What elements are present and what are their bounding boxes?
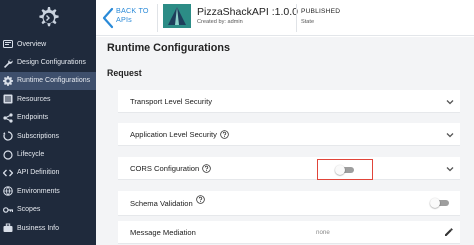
sidebar-item-label: Resources <box>17 95 51 103</box>
application-level-security-panel[interactable]: Application Level Security <box>118 123 460 146</box>
sidebar-item-design-configurations[interactable]: Design Configurations <box>0 53 96 71</box>
panel-label: Transport Level Security <box>130 96 213 106</box>
sidebar-item-subscriptions[interactable]: Subscriptions <box>0 127 96 145</box>
chevron-down-icon[interactable] <box>446 131 454 138</box>
api-thumbnail <box>163 4 191 28</box>
business-icon <box>3 223 13 233</box>
schema-validation-panel: Schema Validation <box>118 191 460 216</box>
back-to-apis-link[interactable]: BACK TO APIs <box>102 6 150 30</box>
cors-configuration-panel[interactable]: CORS Configuration <box>118 157 460 180</box>
wrench-icon <box>3 58 13 68</box>
subscriptions-icon <box>3 131 13 141</box>
globe-icon <box>3 186 13 197</box>
sidebar-item-label: Environments <box>17 187 60 195</box>
resources-icon <box>3 94 13 104</box>
lifecycle-icon <box>3 149 13 160</box>
sidebar-item-lifecycle[interactable]: Lifecycle <box>0 145 96 163</box>
help-icon[interactable] <box>195 194 205 204</box>
sidebar-item-endpoints[interactable]: Endpoints <box>0 109 96 127</box>
sidebar-item-resources[interactable]: Resources <box>0 90 96 108</box>
gear-icon <box>3 75 13 86</box>
main-content: Runtime Configurations Request Transport… <box>96 37 474 245</box>
gear-logo-icon <box>39 6 59 26</box>
api-title: PizzaShackAPI :1.0.0 <box>197 6 298 18</box>
sidebar-item-scopes[interactable]: Scopes <box>0 201 96 219</box>
help-icon[interactable] <box>202 163 212 173</box>
chevron-down-icon[interactable] <box>446 98 454 105</box>
panel-label: Application Level Security <box>130 129 217 139</box>
message-mediation-panel: Message Mediation none <box>118 221 460 244</box>
sidebar-item-label: Subscriptions <box>17 132 60 140</box>
sidebar-item-label: Business Info <box>17 224 60 232</box>
panel-label: Message Mediation <box>130 227 196 237</box>
api-state-label: State <box>301 19 315 25</box>
panel-label: Schema Validation <box>130 198 193 208</box>
sidebar: Overview Design Configurations Runtime C… <box>0 0 96 245</box>
chevron-down-icon[interactable] <box>446 165 454 172</box>
sidebar-item-overview[interactable]: Overview <box>0 35 96 53</box>
transport-level-security-panel[interactable]: Transport Level Security <box>118 90 460 113</box>
divider <box>296 4 297 32</box>
api-thumbnail-icon <box>168 7 186 25</box>
api-created-by: Created by: admin <box>197 19 243 25</box>
sidebar-item-label: Lifecycle <box>17 151 45 159</box>
sidebar-nav: Overview Design Configurations Runtime C… <box>0 35 96 237</box>
sidebar-item-runtime-configurations[interactable]: Runtime Configurations <box>0 71 96 91</box>
schema-validation-toggle[interactable] <box>430 198 450 208</box>
panel-label: CORS Configuration <box>130 163 200 173</box>
api-header: BACK TO APIs PizzaShackAPI :1.0.0 Create… <box>96 0 474 36</box>
overview-icon <box>3 39 13 49</box>
message-mediation-value: none <box>316 229 330 236</box>
sidebar-item-label: Design Configurations <box>17 59 86 67</box>
key-icon <box>3 205 13 215</box>
endpoints-icon <box>3 113 13 123</box>
divider <box>157 4 158 32</box>
section-title-request: Request <box>107 68 142 78</box>
sidebar-item-environments[interactable]: Environments <box>0 182 96 200</box>
edit-pencil-icon[interactable] <box>444 227 454 237</box>
toggle-thumb <box>335 164 345 175</box>
sidebar-item-label: Overview <box>17 40 47 48</box>
sidebar-item-business-info[interactable]: Business Info <box>0 219 96 237</box>
api-state-value: PUBLISHED <box>301 8 341 15</box>
chevron-left-icon <box>102 6 114 30</box>
sidebar-item-label: Scopes <box>17 206 41 214</box>
toggle-thumb <box>430 198 440 208</box>
app-logo[interactable] <box>0 0 96 35</box>
code-icon <box>3 168 13 178</box>
sidebar-item-label: API Definition <box>17 169 60 177</box>
back-label: BACK TO APIs <box>116 6 149 24</box>
cors-toggle-highlight <box>317 159 373 180</box>
sidebar-item-label: Endpoints <box>17 114 49 122</box>
cors-toggle-switch[interactable] <box>335 164 355 175</box>
sidebar-item-label: Runtime Configurations <box>17 77 91 85</box>
help-icon[interactable] <box>220 129 229 139</box>
page-title: Runtime Configurations <box>107 42 230 54</box>
sidebar-item-api-definition[interactable]: API Definition <box>0 164 96 182</box>
